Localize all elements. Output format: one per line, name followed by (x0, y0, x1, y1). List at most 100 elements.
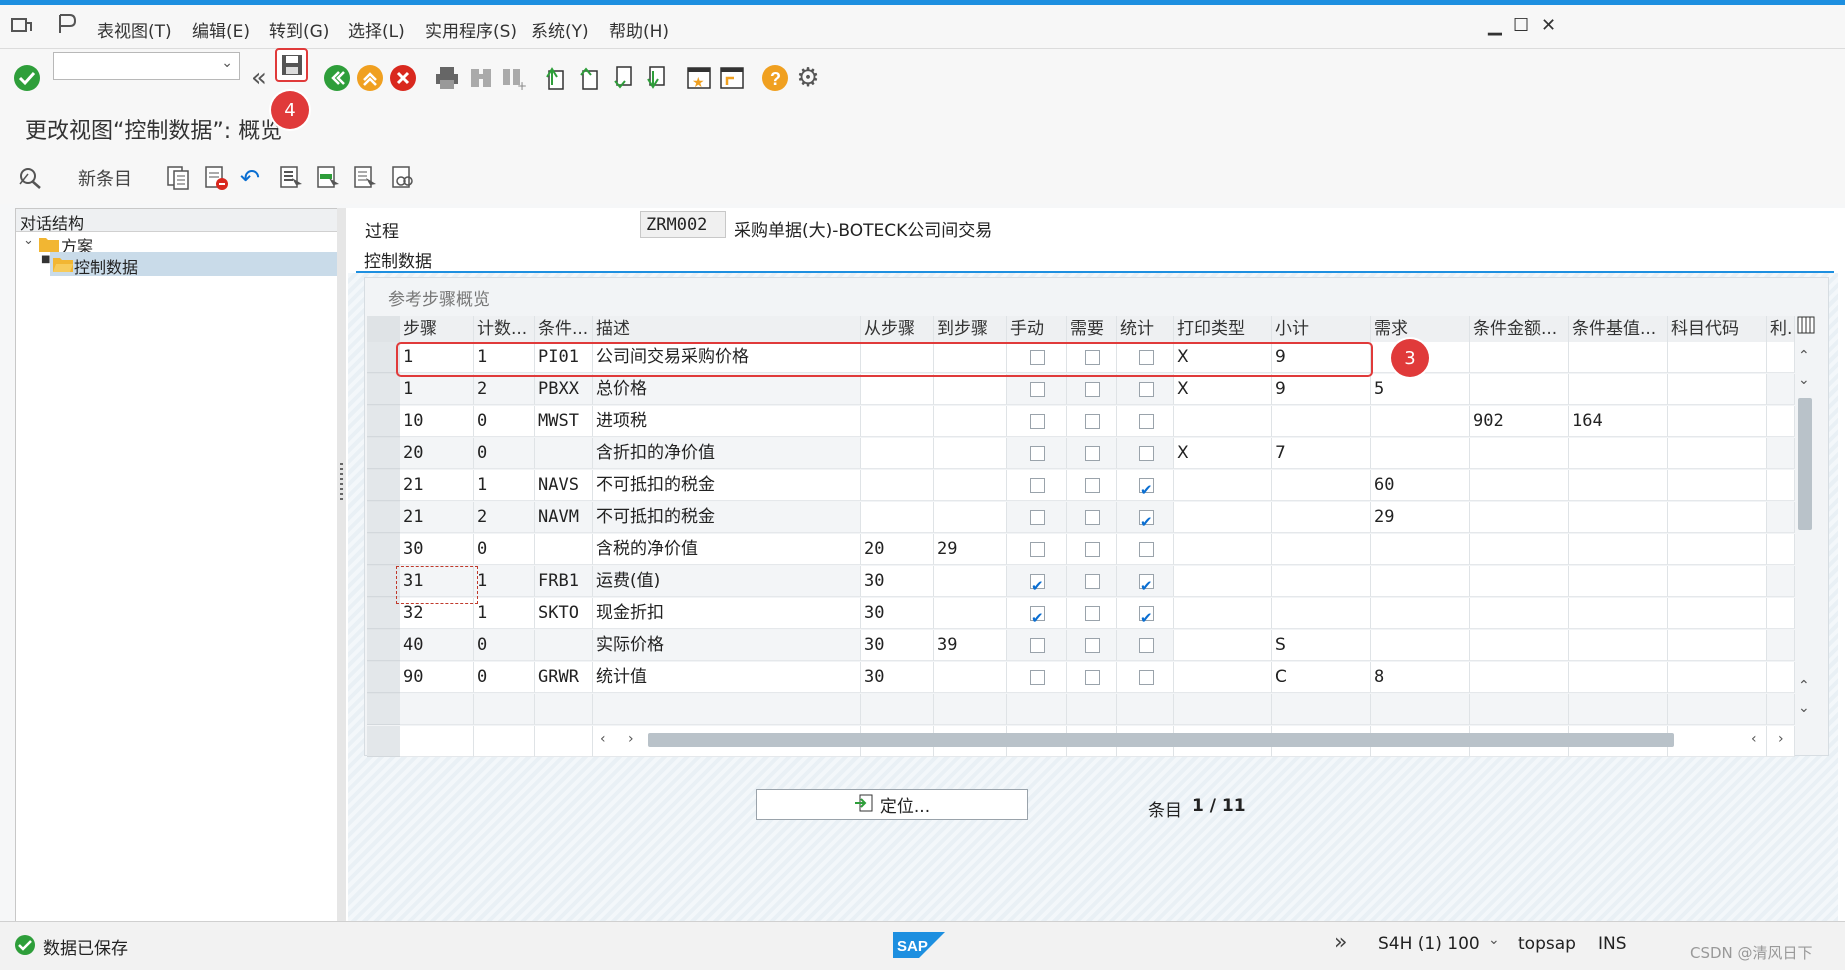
close-icon[interactable]: ✕ (1541, 15, 1556, 36)
table-cell-step[interactable]: 40 (400, 630, 474, 661)
column-header[interactable]: 条件基值... (1569, 316, 1668, 342)
table-cell-sub[interactable] (1272, 502, 1371, 533)
column-header[interactable]: 计数... (474, 316, 535, 342)
system-info-dropdown-icon[interactable]: ⌄ (1488, 932, 1500, 948)
table-cell-sub[interactable] (1272, 598, 1371, 629)
table-cell-req[interactable] (1067, 534, 1117, 565)
table-cell-manual[interactable] (1007, 470, 1067, 501)
row-selector[interactable] (367, 726, 400, 757)
find-icon[interactable] (466, 63, 496, 93)
table-cell-acct[interactable] (1668, 598, 1767, 629)
checkbox[interactable] (1030, 542, 1045, 557)
table-cell-acct[interactable] (1668, 630, 1767, 661)
create-session-icon[interactable]: ★ (684, 63, 714, 93)
checkbox[interactable] (1139, 414, 1154, 429)
table-cell-cond[interactable]: SKTO (535, 598, 593, 629)
checkbox[interactable] (1085, 638, 1100, 653)
checkbox[interactable] (1139, 638, 1154, 653)
table-cell-cnt[interactable]: 1 (474, 566, 535, 597)
column-header[interactable]: 步骤 (400, 316, 474, 342)
status-expand-icon[interactable]: » (1334, 930, 1347, 955)
menu-edit[interactable]: 编辑(E) (192, 17, 250, 42)
table-cell-last[interactable] (1767, 662, 1795, 693)
scroll-page-left-icon[interactable]: ‹ (1751, 731, 1757, 747)
table-cell-cond[interactable]: NAVM (535, 502, 593, 533)
column-header[interactable]: 利... (1767, 316, 1795, 342)
table-cell-base[interactable] (1569, 342, 1668, 373)
sap-menu-icon[interactable] (56, 13, 78, 39)
scroll-left-icon[interactable]: ‹ (600, 731, 606, 747)
table-cell-acct[interactable] (1668, 662, 1767, 693)
table-cell-print[interactable]: X (1174, 438, 1272, 469)
table-cell-amt[interactable] (1470, 566, 1569, 597)
checkbox[interactable] (1085, 542, 1100, 557)
table-cell-cond[interactable] (535, 438, 593, 469)
pane-splitter[interactable] (337, 208, 346, 921)
input-mode[interactable]: INS (1598, 934, 1627, 954)
first-page-icon[interactable] (541, 63, 571, 93)
scroll-up-icon[interactable]: ⌃ (1798, 348, 1810, 364)
table-cell-last[interactable] (1767, 630, 1795, 661)
table-cell-cond[interactable]: PBXX (535, 374, 593, 405)
table-cell-amt[interactable] (1470, 630, 1569, 661)
table-cell-from[interactable]: 30 (861, 566, 934, 597)
table-cell-need[interactable]: 29 (1371, 502, 1470, 533)
scroll-page-right-icon[interactable]: › (1778, 731, 1784, 747)
table-cell-print[interactable]: X (1174, 374, 1272, 405)
column-header[interactable]: 条件... (535, 316, 593, 342)
generate-shortcut-icon[interactable] (717, 63, 747, 93)
table-cell-acct[interactable] (1668, 438, 1767, 469)
table-cell-cnt[interactable]: 0 (474, 662, 535, 693)
table-cell-base[interactable] (1569, 374, 1668, 405)
select-block-icon[interactable] (315, 164, 341, 194)
table-cell-to[interactable] (934, 406, 1007, 437)
vertical-scrollbar[interactable] (1798, 398, 1812, 530)
table-cell-base[interactable] (1569, 470, 1668, 501)
checkbox[interactable] (1030, 382, 1045, 397)
table-cell-sub[interactable]: 7 (1272, 438, 1371, 469)
select-all-icon[interactable] (278, 164, 304, 194)
table-cell-manual[interactable] (1007, 438, 1067, 469)
table-cell-print[interactable] (1174, 566, 1272, 597)
table-cell-sub[interactable] (1272, 406, 1371, 437)
table-cell-acct[interactable] (1668, 502, 1767, 533)
table-cell-last[interactable] (1767, 566, 1795, 597)
scroll-right-icon[interactable]: › (628, 731, 634, 747)
table-cell-manual[interactable] (1007, 598, 1067, 629)
table-cell-sub[interactable] (1272, 566, 1371, 597)
table-cell-print[interactable] (1174, 630, 1272, 661)
checkbox[interactable] (1139, 507, 1154, 532)
table-cell-req[interactable] (1067, 662, 1117, 693)
column-settings-icon[interactable] (1797, 316, 1815, 336)
table-cell-step[interactable]: 21 (400, 470, 474, 501)
table-cell-print[interactable] (1174, 598, 1272, 629)
new-entries-button[interactable]: 新条目 (78, 165, 132, 191)
table-cell-need[interactable]: 5 (1371, 374, 1470, 405)
cancel-icon[interactable] (388, 63, 418, 93)
table-cell-desc[interactable]: 统计值 (593, 662, 861, 693)
menu-utilities[interactable]: 实用程序(S) (425, 17, 517, 42)
exit-icon[interactable] (355, 63, 385, 93)
menu-help[interactable]: 帮助(H) (609, 17, 669, 42)
table-cell-cond[interactable] (535, 630, 593, 661)
checkbox[interactable] (1085, 510, 1100, 525)
table-cell-stat[interactable] (1117, 406, 1174, 437)
table-cell-stat[interactable] (1117, 566, 1174, 597)
table-cell-base[interactable] (1569, 566, 1668, 597)
table-cell-last[interactable] (1767, 470, 1795, 501)
print-icon[interactable] (432, 63, 462, 93)
table-cell-acct[interactable] (1668, 566, 1767, 597)
table-cell-cnt[interactable]: 2 (474, 502, 535, 533)
row-selector[interactable] (367, 406, 400, 437)
checkbox[interactable] (1085, 414, 1100, 429)
column-header[interactable]: 需求 (1371, 316, 1470, 342)
procedure-code-field[interactable]: ZRM002 (640, 211, 726, 238)
table-cell-acct[interactable] (1668, 470, 1767, 501)
table-cell-req[interactable] (1067, 630, 1117, 661)
table-cell-last[interactable] (1767, 374, 1795, 405)
table-cell-amt[interactable] (1470, 470, 1569, 501)
table-cell-need[interactable] (1371, 406, 1470, 437)
table-cell-need[interactable] (1371, 566, 1470, 597)
table-cell-step[interactable]: 90 (400, 662, 474, 693)
table-cell-manual[interactable] (1007, 630, 1067, 661)
